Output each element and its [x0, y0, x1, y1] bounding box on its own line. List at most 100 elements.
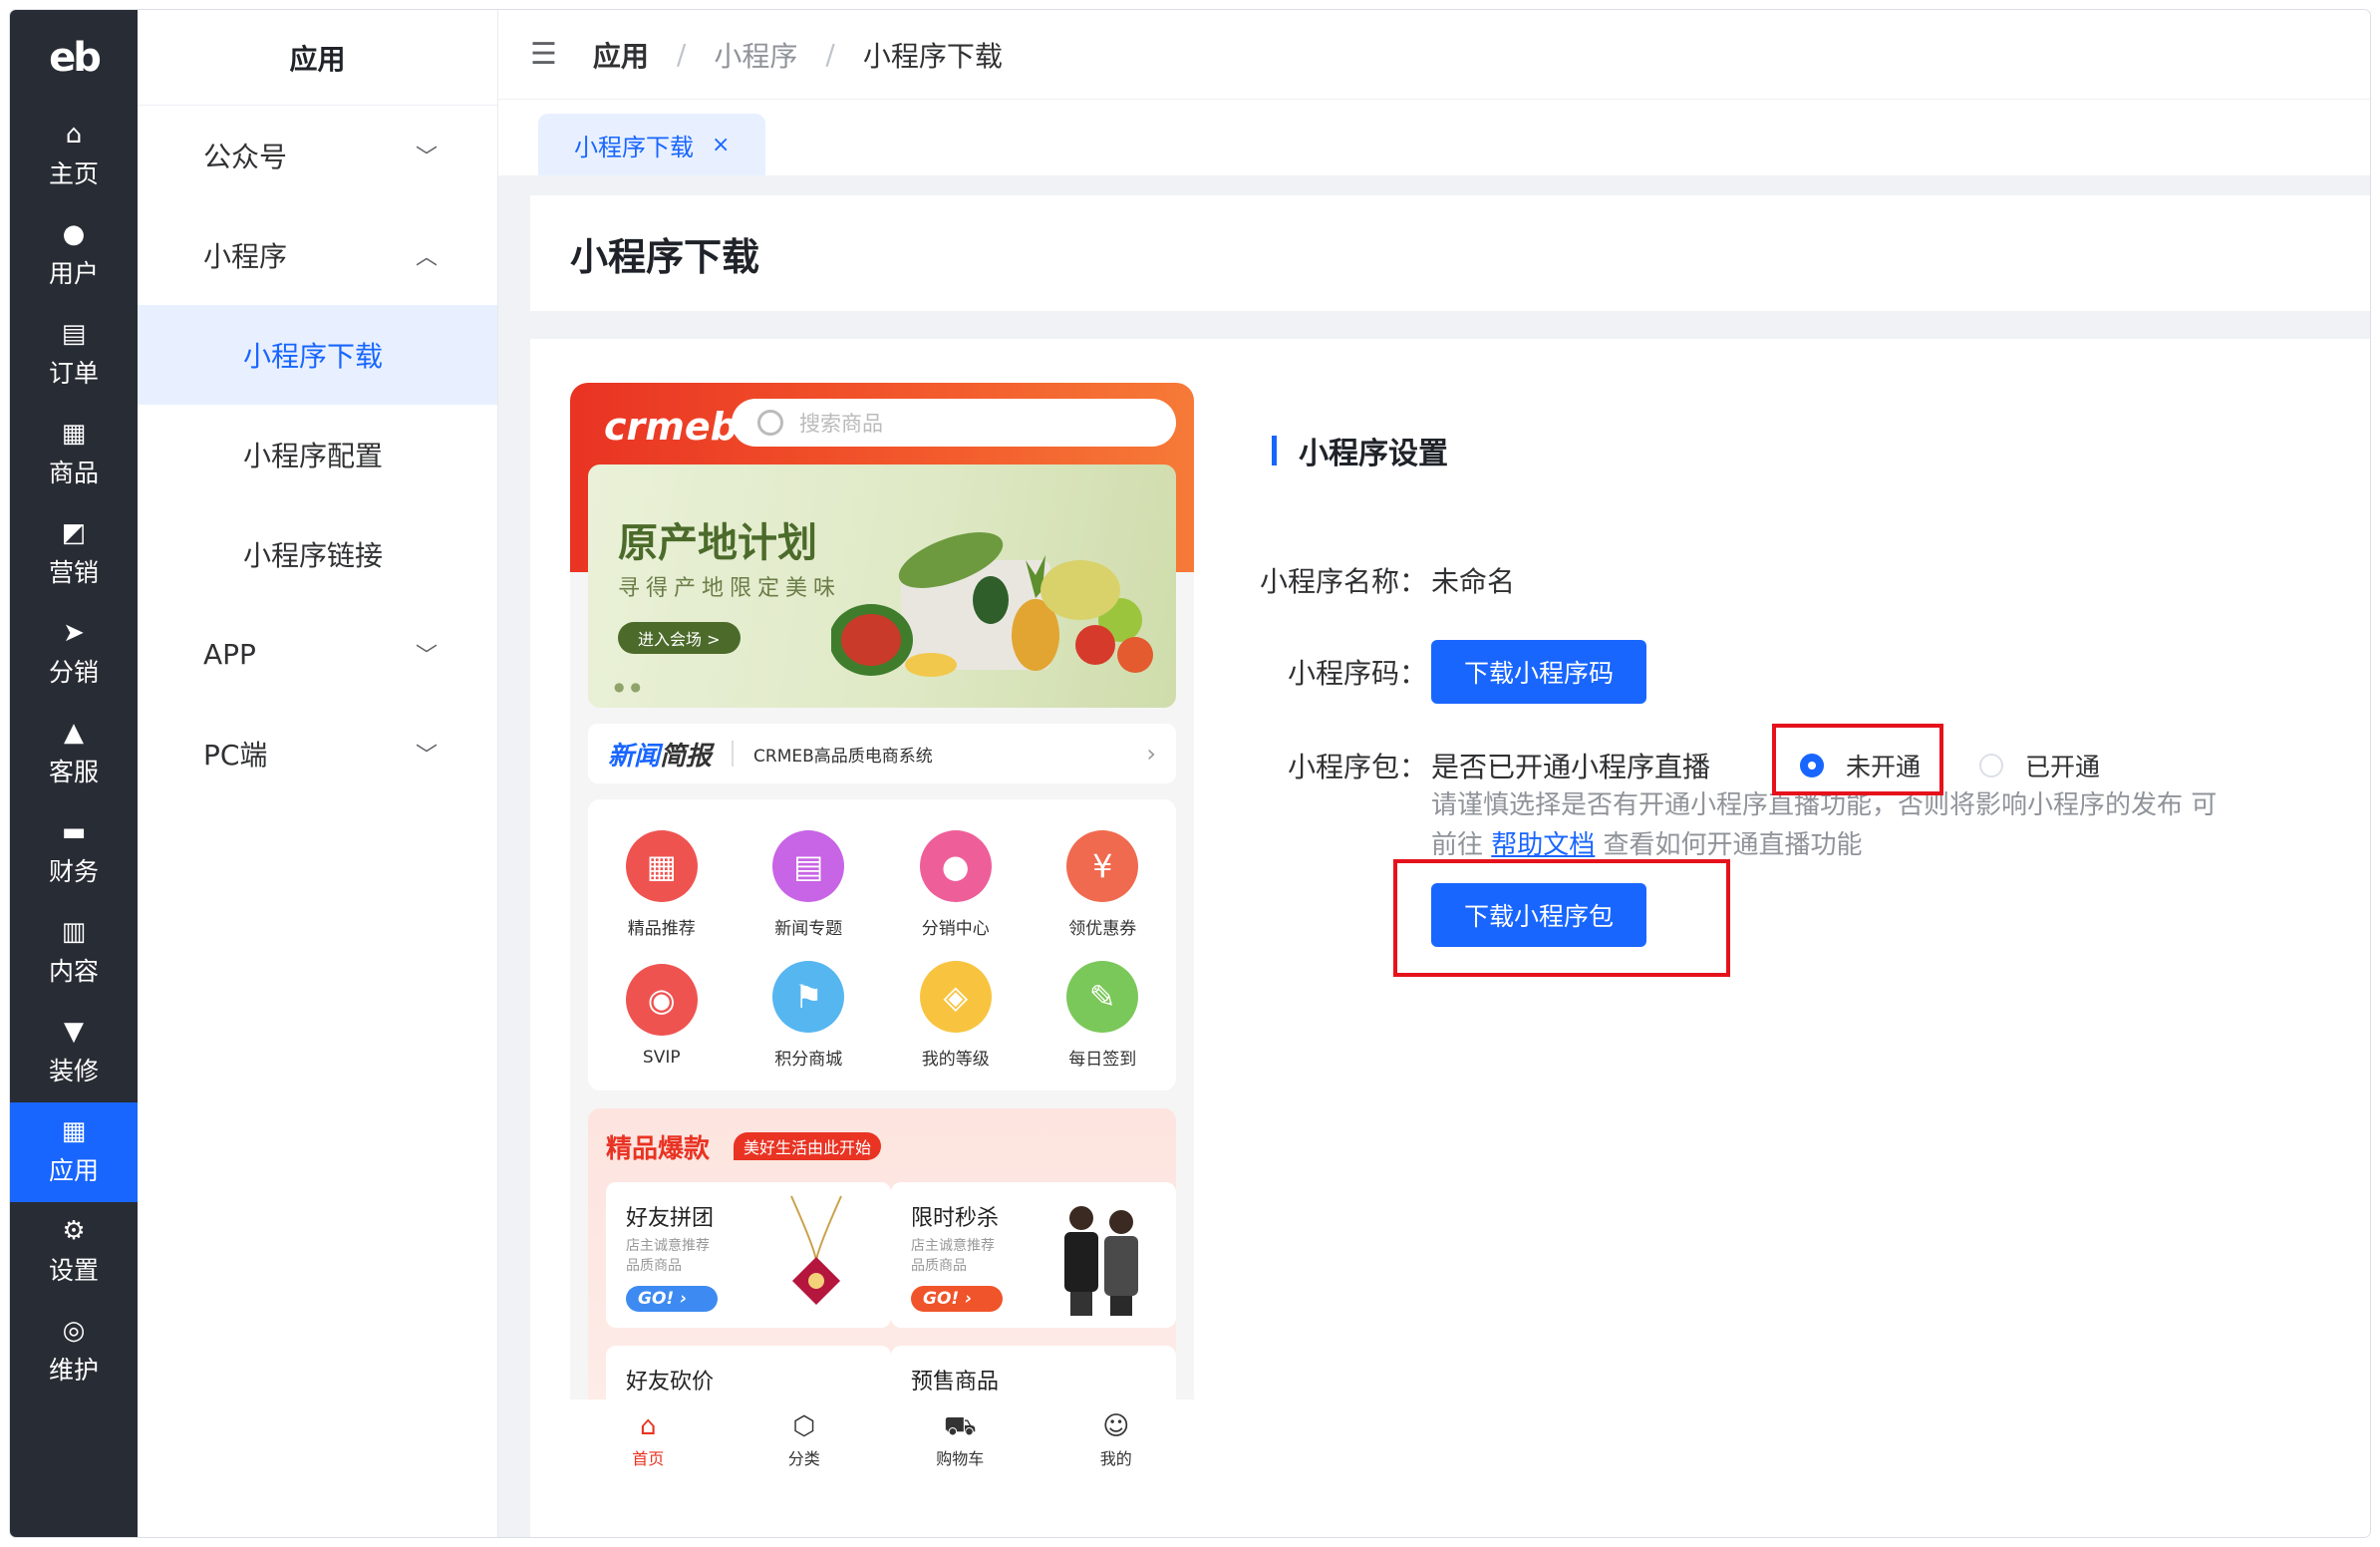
preview-tab: ☺ 我的 — [1039, 1399, 1195, 1481]
rail-item-label: 营销 — [48, 558, 99, 587]
preview-tab: ⛟ 购物车 — [882, 1399, 1039, 1481]
tab-miniprogram-download[interactable]: 小程序下载 × — [538, 114, 766, 175]
grid-item-icon: ¥ — [1066, 830, 1139, 902]
preview-menu-grid: ▦ 精品推荐 ▤ 新闻专题 ● 分销中心 ¥ 领优惠券 ◉ SVIP ⚑ 积分商城 ◈ 我的等级 ✎ 每日签到 — [588, 799, 1176, 1090]
grid-item: ▦ 精品推荐 — [588, 819, 736, 950]
package-label: 小程序包： — [1287, 751, 1427, 783]
tab-icon: ⌂ — [639, 1411, 657, 1441]
rail-item-content[interactable]: ▥ 内容 — [10, 903, 138, 1003]
main-sidebar: eb ⌂ 主页 ● 用户 ▤ 订单 ▦ 商品 ◩ 营销 ➤ 分销 ▲ 客服 ▬ 财务 ▥ 内容 ▼ 装修 ▦ 应用 ⚙ 设置 ◎… — [10, 10, 138, 1537]
rail-item-label: 设置 — [48, 1256, 99, 1285]
chevron-down-icon: ﹀ — [415, 146, 438, 170]
content-card: crmeb 搜索商品 原产地计划 寻得产地限定美味 进入会场 > ●● 新闻简报… — [530, 339, 2370, 1537]
breadcrumb-item[interactable]: 小程序 — [714, 35, 797, 75]
grid-item: ✎ 每日签到 — [1030, 950, 1177, 1081]
rail-item-marketing[interactable]: ◩ 营销 — [10, 504, 138, 604]
preview-tab: ⌂ 首页 — [570, 1399, 727, 1481]
rail-item-label: 财务 — [48, 857, 99, 886]
rail-item-finance[interactable]: ▬ 财务 — [10, 803, 138, 903]
models-image — [1064, 1206, 1138, 1316]
menu-item-miniprogram-link[interactable]: 小程序链接 — [138, 504, 497, 604]
go-badge: GO! › — [911, 1286, 1003, 1312]
tab-icon: ⛟ — [943, 1411, 977, 1441]
preview-banner: 原产地计划 寻得产地限定美味 进入会场 > ●● — [588, 464, 1176, 708]
card-title: 限时秒杀 — [911, 1206, 1000, 1231]
page-title: 小程序下载 — [570, 234, 760, 279]
grid-item-icon: ▦ — [625, 830, 698, 902]
grid-item-label: 分销中心 — [921, 919, 990, 939]
product-card-group-buy: 好友拼团 店主诚意推荐 品质商品 GO! › — [606, 1182, 891, 1328]
rail-item-label: 应用 — [48, 1156, 99, 1185]
rail-item-decorate[interactable]: ▼ 装修 — [10, 1003, 138, 1102]
breadcrumb-separator: / — [825, 38, 835, 71]
rail-item-maintain[interactable]: ◎ 维护 — [10, 1302, 138, 1401]
highlight-box-download — [1393, 859, 1730, 977]
grid-item-icon: ◈ — [919, 961, 992, 1033]
rail-item-user[interactable]: ● 用户 — [10, 205, 138, 305]
rail-item-settings[interactable]: ⚙ 设置 — [10, 1202, 138, 1302]
radio-opened[interactable]: 已开通 — [1979, 748, 2100, 783]
menu-item-miniprogram-download[interactable]: 小程序下载 — [138, 305, 497, 405]
miniprogram-preview: crmeb 搜索商品 原产地计划 寻得产地限定美味 进入会场 > ●● 新闻简报… — [570, 383, 1194, 1481]
news-text: CRMEB高品质电商系统 — [753, 746, 933, 767]
top-header: ☰ 应用 / 小程序 / 小程序下载 — [498, 10, 2370, 100]
menu-group-label: 公众号 — [203, 141, 288, 173]
grid-item-icon: ● — [919, 830, 992, 902]
rail-item-distribution[interactable]: ➤ 分销 — [10, 604, 138, 704]
marketing-icon: ◩ — [61, 518, 87, 548]
grid-item: ◉ SVIP — [588, 950, 736, 1081]
banner-title: 原产地计划 — [618, 520, 817, 566]
news-divider — [732, 741, 735, 767]
grid-item-label: 每日签到 — [1068, 1050, 1137, 1070]
grid-item: ⚑ 积分商城 — [736, 950, 883, 1081]
service-icon: ▲ — [64, 718, 84, 748]
highlight-box-radio — [1772, 724, 1943, 795]
menu-group-app[interactable]: APP ﹀ — [138, 604, 497, 704]
rail-item-service[interactable]: ▲ 客服 — [10, 704, 138, 803]
secondary-menu: 应用 公众号 ﹀ 小程序 ︿ 小程序下载 小程序配置 小程序链接 APP ﹀ P… — [138, 10, 498, 1537]
preview-news-bar: 新闻简报 CRMEB高品质电商系统 › — [588, 724, 1176, 783]
tab-label: 小程序下载 — [574, 133, 694, 161]
grid-item-icon: ◉ — [625, 963, 698, 1036]
logo-mark: eb — [49, 35, 102, 81]
rail-item-label: 维护 — [48, 1356, 99, 1385]
card-subtitle: 店主诚意推荐 品质商品 — [911, 1238, 995, 1274]
section-title-text: 小程序设置 — [1299, 437, 1448, 471]
menu-collapse-icon[interactable]: ☰ — [530, 37, 557, 72]
page-title-card: 小程序下载 — [530, 195, 2370, 311]
menu-group-label: PC端 — [203, 739, 268, 772]
menu-group-pc[interactable]: PC端 ﹀ — [138, 704, 497, 803]
preview-tab: ⬡ 分类 — [727, 1399, 883, 1481]
live-hint: 请谨慎选择是否有开通小程序直播功能，否则将影响小程序的发布 可前往 帮助文档 查… — [1431, 785, 2229, 865]
menu-item-miniprogram-config[interactable]: 小程序配置 — [138, 405, 497, 504]
code-label: 小程序码： — [1287, 657, 1427, 690]
news-tag: 新闻简报 — [608, 741, 713, 772]
card-title: 好友砍价 — [626, 1370, 715, 1394]
close-icon[interactable]: × — [712, 133, 730, 157]
menu-group-label: APP — [203, 637, 256, 671]
rail-item-label: 装修 — [48, 1057, 99, 1085]
banner-dots: ●● — [614, 680, 647, 694]
app-window: eb ⌂ 主页 ● 用户 ▤ 订单 ▦ 商品 ◩ 营销 ➤ 分销 ▲ 客服 ▬ 财务 ▥ 内容 ▼ 装修 ▦ 应用 ⚙ 设置 ◎… — [10, 10, 2370, 1537]
hot-title: 精品爆款 — [606, 1134, 711, 1164]
breadcrumb-item: 小程序下载 — [862, 39, 1003, 73]
rail-item-label: 用户 — [48, 259, 99, 288]
rail-item-home[interactable]: ⌂ 主页 — [10, 106, 138, 205]
logo[interactable]: eb — [10, 10, 138, 106]
rail-item-app[interactable]: ▦ 应用 — [10, 1102, 138, 1202]
rail-item-product[interactable]: ▦ 商品 — [10, 405, 138, 504]
menu-group-miniprogram[interactable]: 小程序 ︿ — [138, 205, 497, 305]
download-code-button[interactable]: 下载小程序码 — [1431, 640, 1647, 704]
rail-item-label: 分销 — [48, 658, 99, 687]
miniprogram-settings: 小程序设置 小程序名称： 未命名 小程序码： 下载小程序码 小程序包： 是否已开… — [1258, 339, 2370, 1537]
rail-item-label: 订单 — [48, 359, 99, 388]
preview-logo: crmeb — [604, 405, 738, 449]
rail-item-order[interactable]: ▤ 订单 — [10, 305, 138, 405]
menu-group-wechat[interactable]: 公众号 ﹀ — [138, 106, 497, 205]
breadcrumb-item[interactable]: 应用 — [593, 35, 649, 75]
help-doc-link[interactable]: 帮助文档 — [1491, 830, 1595, 860]
rail-item-label: 内容 — [48, 957, 99, 986]
grid-item-label: SVIP — [642, 1047, 681, 1068]
grid-item: ● 分销中心 — [882, 819, 1030, 950]
necklace-image — [790, 1195, 842, 1306]
